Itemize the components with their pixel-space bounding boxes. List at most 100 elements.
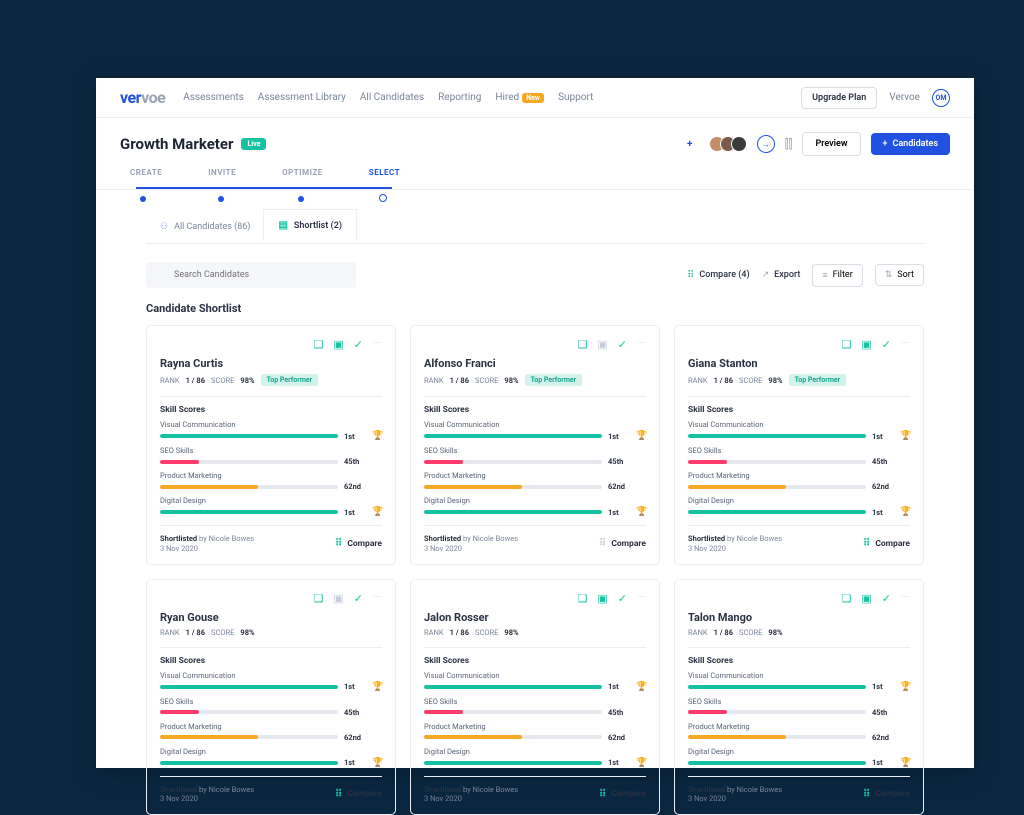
- grid-icon: ⠿: [335, 538, 342, 549]
- sort-button[interactable]: ⇅Sort: [875, 264, 924, 286]
- collaborator-avatars[interactable]: [709, 136, 747, 152]
- tab-shortlist[interactable]: ▤Shortlist (2): [264, 210, 356, 243]
- chat-icon[interactable]: ▣: [333, 338, 343, 351]
- step-optimize[interactable]: OPTIMIZE: [282, 168, 323, 177]
- skill-label: Digital Design: [160, 747, 382, 756]
- more-icon[interactable]: ⋯: [373, 338, 382, 351]
- skill-row: Visual Communication 1st 🏆: [424, 420, 646, 441]
- bookmark-icon[interactable]: ❏: [842, 592, 852, 605]
- skill-row: Digital Design 1st 🏆: [424, 496, 646, 517]
- account-avatar[interactable]: OM: [932, 89, 950, 107]
- chat-icon[interactable]: ▣: [861, 592, 871, 605]
- more-icon[interactable]: ⋯: [373, 592, 382, 605]
- more-icon[interactable]: ⋯: [901, 592, 910, 605]
- skill-rank: 62nd: [608, 482, 630, 491]
- nav-all-candidates[interactable]: All Candidates: [360, 92, 424, 103]
- skill-row: Digital Design 1st 🏆: [160, 496, 382, 517]
- skill-rank: 45th: [344, 708, 366, 717]
- nav-assessment-library[interactable]: Assessment Library: [258, 92, 346, 103]
- bookmark-icon[interactable]: ❏: [578, 592, 588, 605]
- nav-support[interactable]: Support: [558, 92, 593, 103]
- candidate-name[interactable]: Alfonso Franci: [424, 357, 646, 370]
- bookmark-icon[interactable]: ❏: [578, 338, 588, 351]
- chat-icon[interactable]: ▣: [597, 592, 607, 605]
- skill-bar: [160, 434, 338, 438]
- skill-row: SEO Skills 45th: [424, 446, 646, 466]
- candidate-name[interactable]: Rayna Curtis: [160, 357, 382, 370]
- grid-icon: ⠿: [863, 789, 870, 800]
- filter-button[interactable]: ≡Filter: [812, 264, 862, 287]
- trophy-icon: 🏆: [372, 507, 382, 517]
- check-icon[interactable]: ✓: [354, 338, 363, 351]
- compare-button[interactable]: ⠿Compare: [335, 789, 382, 800]
- check-icon[interactable]: ✓: [354, 592, 363, 605]
- bookmark-icon[interactable]: ❏: [314, 592, 324, 605]
- grid-icon: ⠿: [599, 789, 606, 800]
- assessment-title: Growth Marketer: [120, 135, 233, 153]
- bookmark-icon[interactable]: ❏: [314, 338, 324, 351]
- compare-button[interactable]: ⠿Compare: [863, 538, 910, 549]
- bookmark-icon: ▤: [278, 220, 287, 231]
- check-icon[interactable]: ✓: [618, 338, 627, 351]
- compare-button[interactable]: ⠿Compare: [599, 538, 646, 549]
- upgrade-plan-button[interactable]: Upgrade Plan: [801, 87, 877, 109]
- export-icon: ↗: [762, 270, 770, 280]
- skill-label: Product Marketing: [688, 471, 910, 480]
- skill-rank: 62nd: [872, 733, 894, 742]
- chat-icon[interactable]: ▣: [333, 592, 343, 605]
- candidate-name[interactable]: Ryan Gouse: [160, 611, 382, 624]
- step-select[interactable]: SELECT: [369, 168, 400, 177]
- skill-row: SEO Skills 45th: [424, 697, 646, 717]
- preview-button[interactable]: Preview: [802, 132, 860, 156]
- compare-button[interactable]: ⠿Compare: [335, 538, 382, 549]
- candidates-button[interactable]: +Candidates: [871, 133, 951, 155]
- analytics-icon[interactable]: ⫿⫿: [785, 137, 793, 152]
- check-icon[interactable]: ✓: [882, 592, 891, 605]
- skill-row: Digital Design 1st 🏆: [688, 496, 910, 517]
- candidate-name[interactable]: Jalon Rosser: [424, 611, 646, 624]
- nav-assessments[interactable]: Assessments: [183, 92, 244, 103]
- nav-hired[interactable]: HiredNew: [495, 92, 544, 103]
- skill-bar: [160, 761, 338, 765]
- account-name[interactable]: Vervoe: [889, 92, 920, 103]
- tab-all-candidates[interactable]: ⚇All Candidates (86): [146, 210, 264, 243]
- trophy-icon: 🏆: [900, 758, 910, 768]
- step-create[interactable]: CREATE: [130, 168, 162, 177]
- skill-row: Visual Communication 1st 🏆: [688, 420, 910, 441]
- skill-row: SEO Skills 45th: [160, 446, 382, 466]
- skill-label: Visual Communication: [160, 420, 382, 429]
- search-input[interactable]: [146, 262, 356, 288]
- candidate-name[interactable]: Talon Mango: [688, 611, 910, 624]
- export-link[interactable]: ↗Export: [762, 270, 801, 280]
- more-icon[interactable]: ⋯: [901, 338, 910, 351]
- skill-rank: 1st: [344, 432, 366, 441]
- skill-rank: 45th: [608, 708, 630, 717]
- share-icon[interactable]: →: [757, 135, 775, 153]
- skill-rank: 62nd: [344, 482, 366, 491]
- bookmark-icon[interactable]: ❏: [842, 338, 852, 351]
- candidate-card: ❏ ▣ ✓ ⋯ Rayna Curtis RANK1 / 86 SCORE98%…: [146, 325, 396, 565]
- skill-bar: [424, 434, 602, 438]
- add-user-icon[interactable]: +: [681, 135, 699, 153]
- skill-bar: [424, 510, 602, 514]
- skill-rank: 1st: [608, 682, 630, 691]
- plus-icon: +: [883, 139, 888, 149]
- candidate-meta: RANK1 / 86 SCORE98%: [160, 628, 382, 637]
- nav-reporting[interactable]: Reporting: [438, 92, 481, 103]
- chat-icon[interactable]: ▣: [597, 338, 607, 351]
- candidate-name[interactable]: Giana Stanton: [688, 357, 910, 370]
- skill-bar: [688, 460, 866, 464]
- chat-icon[interactable]: ▣: [861, 338, 871, 351]
- skill-label: Product Marketing: [688, 722, 910, 731]
- compare-link[interactable]: ⠿Compare (4): [687, 270, 750, 281]
- more-icon[interactable]: ⋯: [637, 338, 646, 351]
- skill-label: SEO Skills: [424, 697, 646, 706]
- more-icon[interactable]: ⋯: [637, 592, 646, 605]
- check-icon[interactable]: ✓: [882, 338, 891, 351]
- compare-button[interactable]: ⠿Compare: [863, 789, 910, 800]
- step-invite[interactable]: INVITE: [208, 168, 236, 177]
- content-area: ⚇All Candidates (86) ▤Shortlist (2) ⌕ ⠿C…: [96, 190, 974, 815]
- compare-button[interactable]: ⠿Compare: [599, 789, 646, 800]
- check-icon[interactable]: ✓: [618, 592, 627, 605]
- candidate-card: ❏ ▣ ✓ ⋯ Giana Stanton RANK1 / 86 SCORE98…: [674, 325, 924, 565]
